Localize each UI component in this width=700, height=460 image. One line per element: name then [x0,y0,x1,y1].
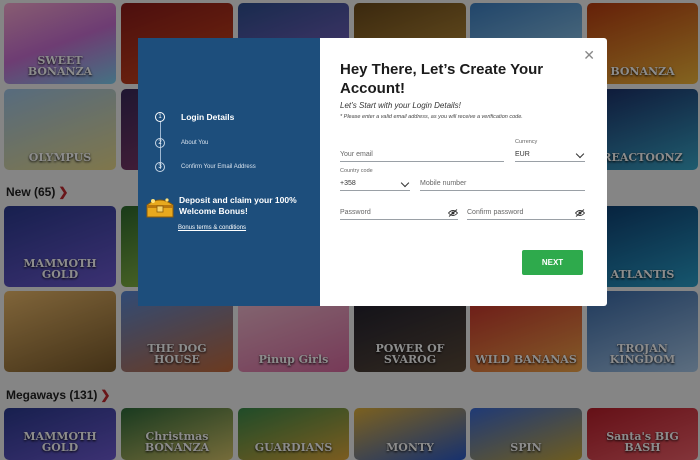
country-code-label: Country code [340,168,373,174]
chevron-down-icon [575,149,585,159]
step-label: Login Details [181,112,235,122]
confirm-password-placeholder: Confirm password [467,209,524,216]
mobile-placeholder: Mobile number [420,180,467,187]
hide-password-icon[interactable] [448,209,458,217]
step-label: About You [181,140,209,146]
signup-steps-panel: 1 Login Details 2 About You 3 Confirm Yo… [138,38,320,306]
password-placeholder: Password [340,209,371,216]
step-number: 2 [155,138,165,148]
step-about-you: 2 About You [155,138,208,148]
currency-label: Currency [515,139,538,145]
chevron-down-icon [400,178,410,188]
email-field[interactable]: Your email [340,146,504,162]
signup-modal: 1 Login Details 2 About You 3 Confirm Yo… [138,38,607,306]
currency-select[interactable]: Currency EUR [515,139,585,162]
country-code-select[interactable]: Country code +358 [340,168,410,191]
password-field[interactable]: Password [340,204,458,220]
bonus-text: Deposit and claim your 100% Welcome Bonu… [179,195,297,216]
bonus-terms-link[interactable]: Bonus terms & conditions [178,225,246,231]
treasure-chest-icon [146,198,174,218]
currency-value: EUR [515,151,530,158]
modal-title: Hey There, Let’s Create Your Account! [340,61,544,97]
step-login-details: 1 Login Details [155,112,234,122]
signup-form: ✕ Hey There, Let’s Create Your Account! … [320,38,607,306]
step-number: 3 [155,162,165,172]
close-icon[interactable]: ✕ [583,48,595,62]
confirm-password-field[interactable]: Confirm password [467,204,585,220]
step-number: 1 [155,112,165,122]
modal-subtitle: Let’s Start with your Login Details! [340,101,461,110]
hide-password-icon[interactable] [575,209,585,217]
email-note: * Please enter a valid email address, as… [340,114,523,120]
mobile-number-field[interactable]: Mobile number [420,175,585,191]
step-confirm-email: 3 Confirm Your Email Address [155,162,256,172]
next-button[interactable]: NEXT [522,250,583,275]
email-placeholder: Your email [340,151,373,158]
step-label: Confirm Your Email Address [181,164,256,170]
country-code-value: +358 [340,180,356,187]
